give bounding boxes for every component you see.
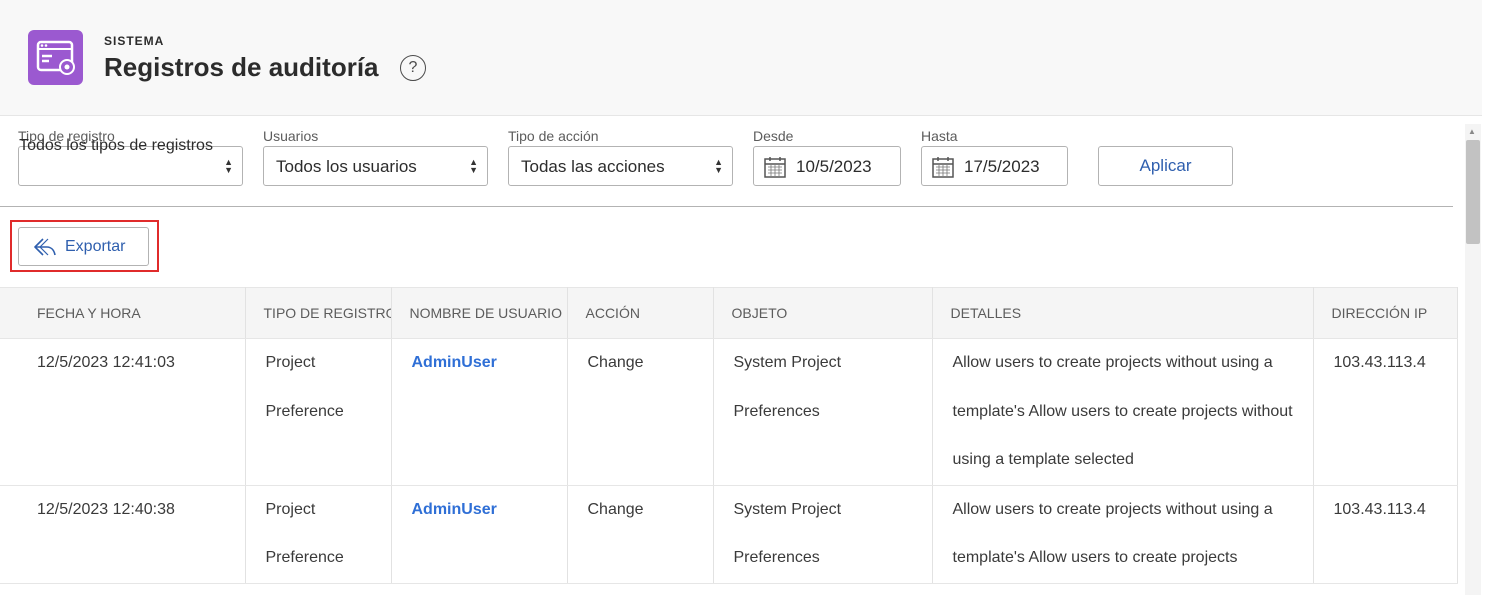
column-header-type[interactable]: TIPO DE REGISTRO <box>245 287 392 339</box>
apply-button[interactable]: Aplicar <box>1098 146 1233 186</box>
cell-datetime: 12/5/2023 12:40:38 <box>0 485 246 584</box>
column-header-user[interactable]: NOMBRE DE USUARIO <box>391 287 568 339</box>
export-button[interactable]: Exportar <box>18 227 149 266</box>
cell-action: Change <box>567 338 714 486</box>
audit-log-table: FECHA Y HORA TIPO DE REGISTRO NOMBRE DE … <box>0 287 1458 584</box>
users-value: Todos los usuarios <box>276 157 417 176</box>
scrollbar-thumb[interactable] <box>1466 140 1480 244</box>
cell-details: Allow users to create projects without u… <box>932 338 1314 486</box>
to-date-input[interactable]: 17/5/2023 <box>921 146 1068 186</box>
column-header-ip[interactable]: DIRECCIÓN IP <box>1313 287 1458 339</box>
action-type-label: Tipo de acción <box>508 128 599 144</box>
users-select[interactable]: Todos los usuarios ▲ ▼ <box>263 146 488 186</box>
help-icon[interactable]: ? <box>400 55 426 81</box>
column-header-details[interactable]: DETALLES <box>932 287 1314 339</box>
column-header-object[interactable]: OBJETO <box>713 287 933 339</box>
select-arrows-icon: ▲ ▼ <box>714 157 723 175</box>
scroll-up-icon[interactable]: ▲ <box>1468 127 1476 136</box>
select-arrows-icon: ▲ ▼ <box>224 157 233 175</box>
table-row: 12/5/2023 12:41:03 Project Preference Ad… <box>0 338 1458 486</box>
calendar-icon <box>764 157 786 178</box>
divider <box>0 206 1453 207</box>
cell-details: Allow users to create projects without u… <box>932 485 1314 584</box>
to-date-value: 17/5/2023 <box>964 157 1040 176</box>
cell-datetime: 12/5/2023 12:41:03 <box>0 338 246 486</box>
cell-type: Project Preference <box>245 338 392 486</box>
table-header-row: FECHA Y HORA TIPO DE REGISTRO NOMBRE DE … <box>0 287 1458 339</box>
cell-user-link[interactable]: AdminUser <box>391 485 568 584</box>
page-title: Registros de auditoría <box>104 52 379 82</box>
export-label: Exportar <box>65 238 126 255</box>
table-row: 12/5/2023 12:40:38 Project Preference Ad… <box>0 485 1458 584</box>
export-icon <box>34 238 56 256</box>
cell-object: System Project Preferences <box>713 338 933 486</box>
calendar-icon <box>932 157 954 178</box>
cell-action: Change <box>567 485 714 584</box>
action-type-select[interactable]: Todas las acciones ▲ ▼ <box>508 146 733 186</box>
from-label: Desde <box>753 128 794 144</box>
cell-user-link[interactable]: AdminUser <box>391 338 568 486</box>
cell-object: System Project Preferences <box>713 485 933 584</box>
from-date-input[interactable]: 10/5/2023 <box>753 146 901 186</box>
audit-log-settings-icon <box>28 30 83 85</box>
select-arrows-icon: ▲ ▼ <box>469 157 478 175</box>
users-label: Usuarios <box>263 128 319 144</box>
column-header-datetime[interactable]: FECHA Y HORA <box>0 287 246 339</box>
cell-type: Project Preference <box>245 485 392 584</box>
section-label: SISTEMA <box>104 34 165 48</box>
column-header-action[interactable]: ACCIÓN <box>567 287 714 339</box>
action-type-value: Todas las acciones <box>521 157 665 176</box>
to-label: Hasta <box>921 128 958 144</box>
page-header: SISTEMA Registros de auditoría ? <box>0 0 1482 116</box>
log-type-value: Todos los tipos de registros <box>19 137 213 154</box>
cell-ip: 103.43.113.4 <box>1313 338 1458 486</box>
from-date-value: 10/5/2023 <box>796 157 872 176</box>
cell-ip: 103.43.113.4 <box>1313 485 1458 584</box>
